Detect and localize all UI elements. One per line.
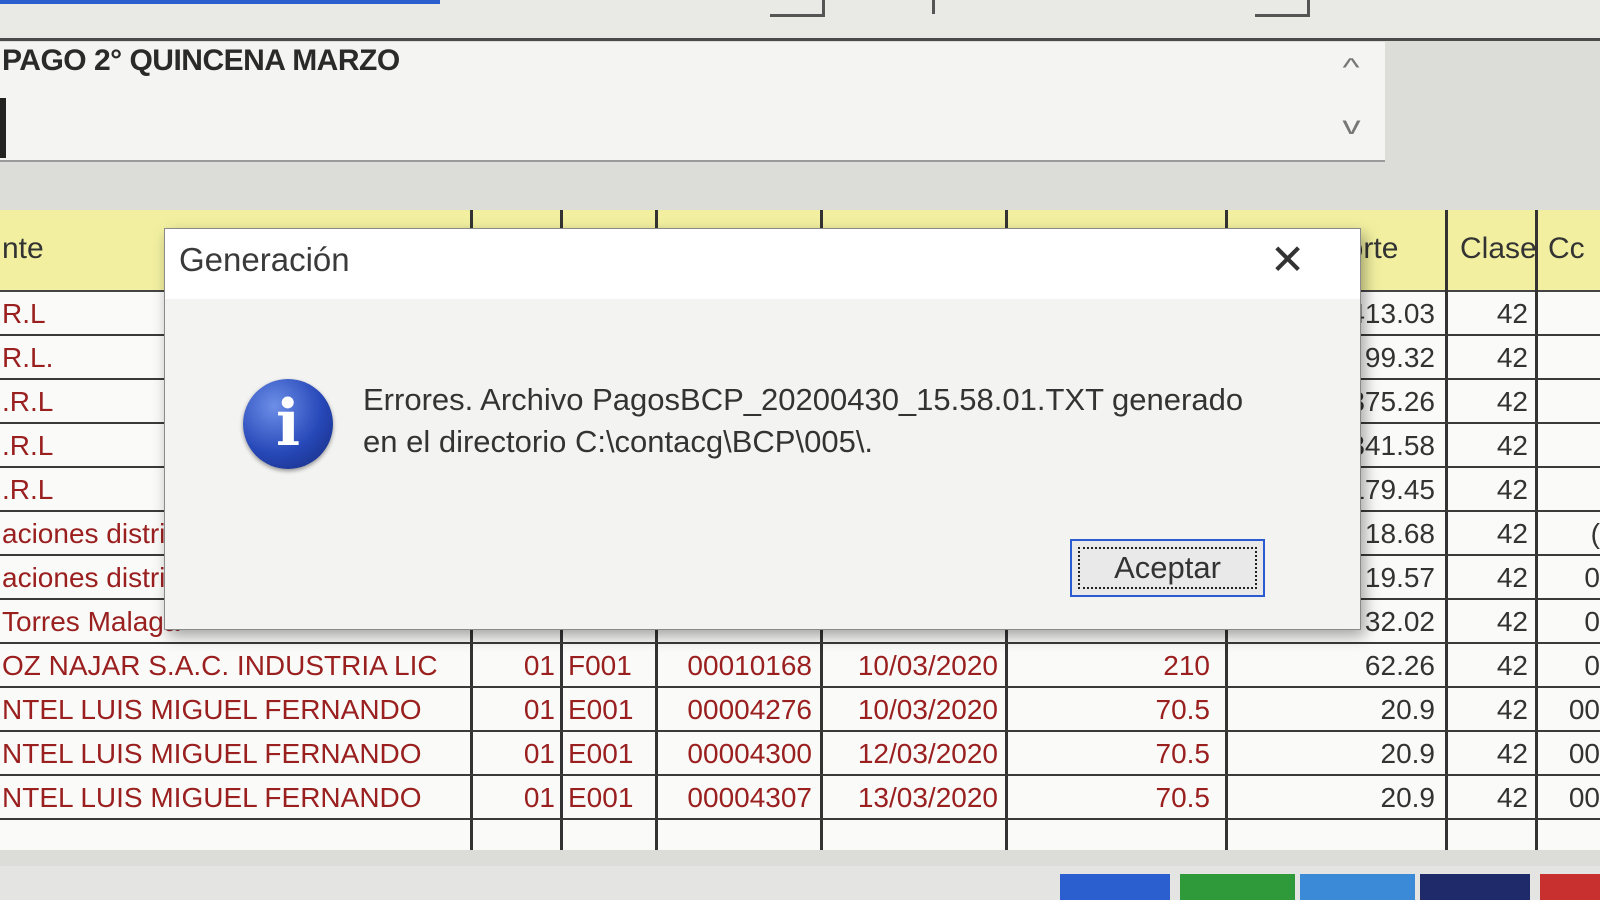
- cell-clase: 42: [1496, 562, 1528, 593]
- close-icon[interactable]: ✕: [1270, 235, 1305, 284]
- text-cursor-bar: [0, 98, 6, 158]
- cell-importe: 20.9: [1380, 738, 1436, 769]
- cell-name: NTEL LUIS MIGUEL FERNANDO: [2, 782, 422, 813]
- cell-clase: 42: [1496, 386, 1528, 417]
- cell-importe: 62.26: [1364, 650, 1435, 681]
- toolbar-control[interactable]: [880, 0, 935, 14]
- cell-importe: 20.9: [1380, 782, 1436, 813]
- toolbar-control[interactable]: [770, 0, 825, 17]
- cell-serie: E001: [568, 694, 634, 725]
- cell-serie: E001: [568, 738, 634, 769]
- taskbar: [0, 866, 1600, 900]
- cell-tipo: 01: [523, 694, 555, 725]
- cell-extra: 0: [1584, 562, 1600, 593]
- cell-name: aciones distri: [2, 518, 166, 549]
- scroll-down-icon[interactable]: v: [1342, 110, 1360, 141]
- focus-rectangle: [1078, 547, 1257, 589]
- top-toolbar: [0, 0, 1600, 41]
- table-row[interactable]: NTEL LUIS MIGUEL FERNANDO 01 E001 00004276 1…: [0, 688, 1600, 732]
- cell-name: Torres Malaga: [2, 606, 180, 637]
- cell-monto: 70.5: [1155, 738, 1211, 769]
- dialog-message: Errores. Archivo PagosBCP_20200430_15.58…: [363, 382, 1244, 459]
- cell-extra: 00: [1568, 694, 1600, 725]
- table-row[interactable]: NTEL LUIS MIGUEL FERNANDO 01 E001 00004300 1…: [0, 732, 1600, 776]
- cell-clase: 42: [1496, 606, 1528, 637]
- cell-clase: 42: [1496, 518, 1528, 549]
- generation-dialog: Generación ✕ i Errores. Archivo PagosBCP…: [164, 228, 1361, 630]
- column-header-clase[interactable]: Clase: [1460, 232, 1537, 266]
- cell-serie: F001: [568, 650, 632, 681]
- cell-importe: 20.9: [1380, 694, 1436, 725]
- taskbar-button[interactable]: [1420, 874, 1530, 900]
- cell-clase: 42: [1496, 694, 1528, 725]
- cell-extra: 00: [1568, 782, 1600, 813]
- cell-monto: 70.5: [1155, 782, 1211, 813]
- cell-extra: 00: [1568, 738, 1600, 769]
- cell-numero: 00004307: [687, 782, 812, 813]
- toolbar-control[interactable]: [1255, 0, 1310, 17]
- cell-tipo: 01: [523, 738, 555, 769]
- cell-clase: 42: [1496, 298, 1528, 329]
- cell-serie: E001: [568, 782, 634, 813]
- ok-button[interactable]: Aceptar: [1070, 539, 1265, 597]
- cell-monto: 210: [1163, 650, 1210, 681]
- cell-fecha: 10/03/2020: [857, 650, 998, 681]
- cell-clase: 42: [1496, 782, 1528, 813]
- cell-name: .R.L: [2, 430, 54, 461]
- cell-name: .R.L: [2, 474, 54, 505]
- dialog-body: i Errores. Archivo PagosBCP_20200430_15.…: [165, 299, 1360, 629]
- cell-name: NTEL LUIS MIGUEL FERNANDO: [2, 694, 422, 725]
- cell-name: aciones distri: [2, 562, 166, 593]
- taskbar-button[interactable]: [1180, 874, 1295, 900]
- cell-clase: 42: [1496, 474, 1528, 505]
- taskbar-button[interactable]: [1060, 874, 1170, 900]
- cell-fecha: 10/03/2020: [857, 694, 998, 725]
- title-accent-bar: [0, 0, 440, 4]
- cell-tipo: 01: [523, 650, 555, 681]
- cell-extra: (: [1590, 518, 1600, 549]
- cell-clase: 42: [1496, 650, 1528, 681]
- scroll-up-icon[interactable]: ^: [1343, 52, 1360, 83]
- dialog-title: Generación: [179, 241, 350, 278]
- cell-fecha: 13/03/2020: [857, 782, 998, 813]
- cell-fecha: 12/03/2020: [857, 738, 998, 769]
- cell-extra: 0: [1584, 650, 1600, 681]
- cell-monto: 70.5: [1155, 694, 1211, 725]
- column-header-extra[interactable]: Cc: [1548, 232, 1585, 266]
- cell-name: NTEL LUIS MIGUEL FERNANDO: [2, 738, 422, 769]
- table-row[interactable]: NTEL LUIS MIGUEL FERNANDO 01 E001 00004307 1…: [0, 776, 1600, 820]
- cell-name: .R.L: [2, 386, 54, 417]
- cell-name: R.L: [2, 298, 46, 329]
- taskbar-button[interactable]: [1300, 874, 1415, 900]
- column-header-name[interactable]: nte: [2, 232, 44, 266]
- taskbar-button[interactable]: [1540, 874, 1600, 900]
- cell-name: OZ NAJAR S.A.C. INDUSTRIA LIC: [2, 650, 438, 681]
- description-field[interactable]: PAGO 2° QUINCENA MARZO ^ v: [0, 42, 1385, 162]
- cell-clase: 42: [1496, 738, 1528, 769]
- cell-numero: 00004300: [687, 738, 812, 769]
- info-icon: i: [243, 379, 333, 469]
- table-row[interactable]: OZ NAJAR S.A.C. INDUSTRIA LIC 01 F001 00010…: [0, 644, 1600, 688]
- cell-extra: 0: [1584, 606, 1600, 637]
- cell-clase: 42: [1496, 430, 1528, 461]
- cell-clase: 42: [1496, 342, 1528, 373]
- cell-numero: 00004276: [687, 694, 812, 725]
- cell-tipo: 01: [523, 782, 555, 813]
- cell-name: R.L.: [2, 342, 54, 373]
- cell-numero: 00010168: [687, 650, 812, 681]
- description-text: PAGO 2° QUINCENA MARZO: [2, 44, 400, 77]
